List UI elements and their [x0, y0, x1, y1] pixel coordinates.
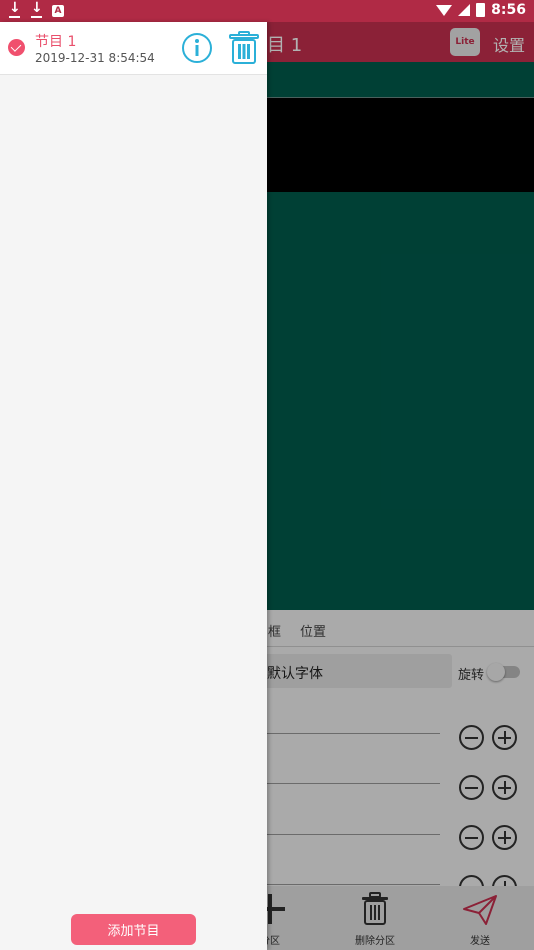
download-icon [30, 0, 44, 19]
program-date: 2019-12-31 8:54:54 [35, 51, 155, 65]
program-name: 节目 1 [35, 34, 77, 50]
trash-icon[interactable] [227, 31, 261, 65]
program-drawer: 节目 1 2019-12-31 8:54:54 添加节目 [0, 22, 267, 950]
check-icon[interactable] [8, 39, 25, 56]
add-program-button[interactable]: 添加节目 [71, 914, 196, 945]
download-icon [8, 0, 22, 19]
signal-icon [458, 4, 471, 16]
status-bar: A 8:56 [0, 0, 534, 22]
battery-icon [476, 3, 486, 17]
info-icon[interactable] [181, 32, 213, 64]
status-time: 8:56 [491, 2, 526, 18]
program-list-item[interactable]: 节目 1 2019-12-31 8:54:54 [0, 22, 267, 75]
wifi-icon [436, 4, 453, 16]
a-notification-icon: A [52, 5, 64, 17]
